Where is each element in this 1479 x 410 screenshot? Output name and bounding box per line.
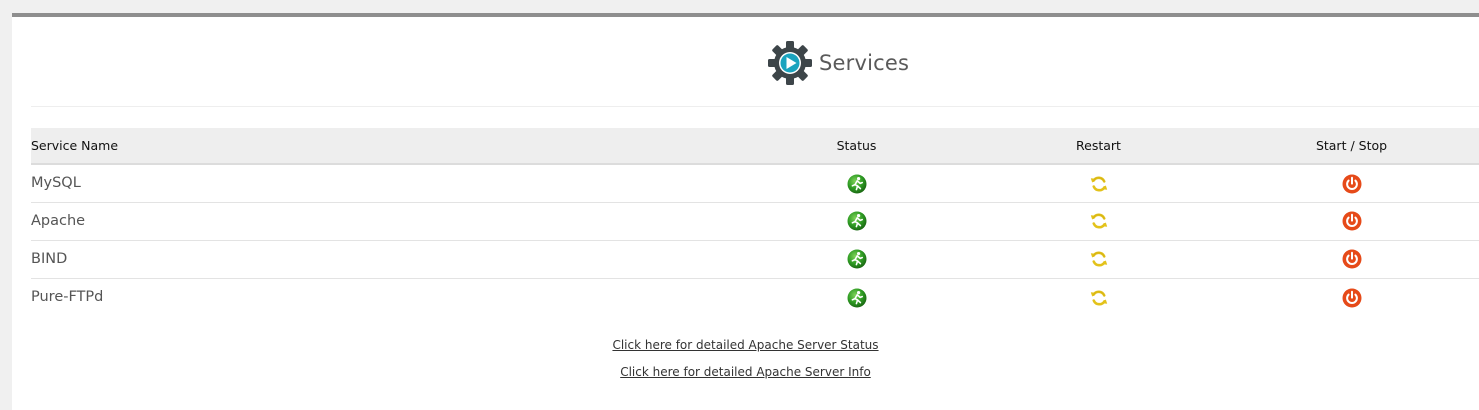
service-name: Pure-FTPd [31,289,104,306]
header-divider [31,106,1479,107]
restart-icon[interactable] [1089,249,1109,269]
column-header-start-stop: Start / Stop [1224,128,1479,165]
table-row: Pure-FTPd [31,278,1479,316]
apache-status-link-row: Click here for detailed Apache Server St… [12,334,1479,353]
service-name: MySQL [31,164,740,203]
column-header-restart: Restart [973,128,1224,165]
apache-info-link-row: Click here for detailed Apache Server In… [12,361,1479,380]
running-status-icon [847,211,867,231]
table-header-row: Service Name Status Restart Start / Stop [31,128,1479,165]
restart-icon[interactable] [1089,174,1109,194]
services-table-body: MySQL Apache BIND Pure-FTPd [31,164,1479,316]
restart-icon[interactable] [1089,211,1109,231]
start-stop-cell [1224,278,1479,316]
table-row: Apache [31,202,1479,241]
status-cell [740,202,973,241]
restart-cell [973,240,1224,279]
power-icon[interactable] [1342,288,1362,308]
running-status-icon [847,249,867,269]
column-header-service-name: Service Name [31,128,740,165]
page-title: Services [819,51,910,75]
status-cell [740,278,973,316]
page-header-title-group: Services [766,39,909,87]
start-stop-cell [1224,164,1479,203]
restart-icon[interactable] [1089,288,1109,308]
restart-cell [973,164,1224,203]
status-cell [740,240,973,279]
restart-cell [973,278,1224,316]
power-icon[interactable] [1342,211,1362,231]
apache-info-link[interactable]: Click here for detailed Apache Server In… [620,365,871,379]
power-icon[interactable] [1342,174,1362,194]
start-stop-cell [1224,202,1479,241]
power-icon[interactable] [1342,249,1362,269]
status-cell [740,164,973,203]
services-panel: Services Service Name Status Restart Sta… [12,17,1479,410]
restart-cell [973,202,1224,241]
service-name: BIND [31,240,740,279]
services-table: Service Name Status Restart Start / Stop… [31,128,1479,316]
apache-status-link[interactable]: Click here for detailed Apache Server St… [612,338,878,352]
start-stop-cell [1224,240,1479,279]
column-header-status: Status [740,128,973,165]
running-status-icon [847,174,867,194]
table-row: BIND [31,240,1479,279]
gear-play-icon [768,41,812,85]
service-name: Apache [31,202,740,241]
page-header: Services [12,17,1479,107]
running-status-icon [847,288,867,308]
table-row: MySQL [31,164,1479,203]
